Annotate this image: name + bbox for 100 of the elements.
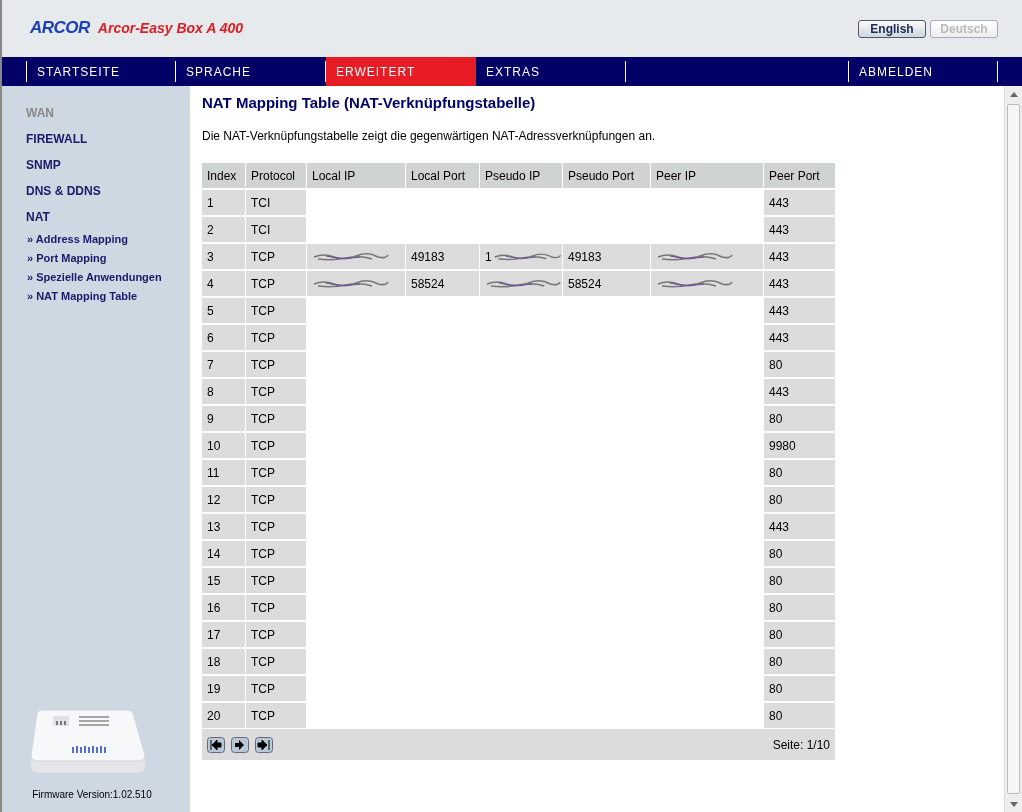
table-cell: 80 (764, 649, 835, 674)
table-cell: 80 (764, 352, 835, 377)
table-cell: 80 (764, 676, 835, 701)
table-cell: TCI (246, 190, 306, 215)
table-cell: 3 (202, 244, 245, 269)
sidebar-item[interactable]: » Address Mapping (27, 230, 129, 249)
table-cell: 80 (764, 622, 835, 647)
table-cell: 443 (764, 298, 835, 323)
table-cell: 6 (202, 325, 245, 350)
table-cell: TCP (246, 676, 306, 701)
scribble-icon (492, 250, 562, 263)
table-cell: TCI (246, 217, 306, 242)
sidebar-item[interactable]: NAT (26, 204, 50, 230)
scribble-icon (656, 250, 734, 263)
table-cell: 443 (764, 325, 835, 350)
table-cell: 443 (764, 514, 835, 539)
product-name: Arcor-Easy Box A 400 (97, 19, 244, 36)
table-cell: TCP (246, 352, 306, 377)
table-cell: 80 (764, 595, 835, 620)
language-button[interactable]: English (858, 19, 926, 38)
table-cell: TCP (246, 379, 306, 404)
column-header: Local IP (307, 163, 405, 188)
table-cell: 20 (202, 703, 245, 728)
table-cell: TCP (246, 541, 306, 566)
scribble-icon (656, 277, 734, 290)
sidebar-item[interactable]: » Port Mapping (27, 249, 107, 268)
sidebar-item[interactable]: FIREWALL (26, 126, 88, 152)
table-cell: TCP (246, 568, 306, 593)
page-description: Die NAT-Verknüpfungstabelle zeigt die gegenwärtigen NAT-Adressverknüpfungen an. (202, 129, 657, 143)
table-cell: TCP (246, 514, 306, 539)
table-cell: 18 (202, 649, 245, 674)
scroll-up-icon[interactable] (1009, 91, 1018, 97)
table-cell: 7 (202, 352, 245, 377)
firmware-version: Firmware Version:1.02.510 (32, 789, 152, 800)
table-cell: TCP (246, 325, 306, 350)
table-cell: 5 (202, 298, 245, 323)
table-cell: 49183 (563, 244, 650, 269)
table-cell: 1 (202, 190, 245, 215)
page-title: NAT Mapping Table (NAT-Verknüpfungstabelle) (202, 94, 537, 111)
sidebar-item[interactable]: DNS & DDNS (26, 178, 101, 204)
table-cell: 49183 (406, 244, 479, 269)
nav-tab[interactable]: STARTSEITE (27, 64, 120, 79)
table-cell: 13 (202, 514, 245, 539)
next-page-button[interactable] (231, 736, 249, 753)
scrollbar[interactable] (1004, 86, 1022, 812)
scroll-down-icon[interactable] (1009, 801, 1018, 807)
logo: ARCOR (30, 17, 90, 38)
table-cell: 80 (764, 568, 835, 593)
nav-tab[interactable]: SPRACHE (176, 64, 251, 79)
table-cell: 1 (480, 244, 562, 269)
table-cell: TCP (246, 271, 306, 296)
nav-tab[interactable]: ABMELDEN (849, 64, 934, 79)
column-header: Peer Port (764, 163, 835, 188)
table-cell: 9 (202, 406, 245, 431)
column-header: Pseudo IP (480, 163, 562, 188)
table-cell: 80 (764, 541, 835, 566)
table-cell: 8 (202, 379, 245, 404)
table-cell: 14 (202, 541, 245, 566)
table-cell: 443 (764, 379, 835, 404)
table-cell: 58524 (406, 271, 479, 296)
column-header: Peer IP (651, 163, 763, 188)
table-cell: TCP (246, 487, 306, 512)
scribble-icon (312, 277, 390, 290)
table-cell: TCP (246, 622, 306, 647)
table-cell: TCP (246, 703, 306, 728)
table-cell: 10 (202, 433, 245, 458)
table-cell: 443 (764, 244, 835, 269)
table-cell: 80 (764, 703, 835, 728)
table-cell: 11 (202, 460, 245, 485)
table-cell: 80 (764, 406, 835, 431)
table-cell: 80 (764, 487, 835, 512)
table-cell: TCP (246, 460, 306, 485)
column-header: Protocol (246, 163, 306, 188)
table-cell: TCP (246, 406, 306, 431)
table-cell: 19 (202, 676, 245, 701)
table-cell: TCP (246, 244, 306, 269)
sidebar-item[interactable]: SNMP (26, 152, 61, 178)
table-cell: 443 (764, 271, 835, 296)
table-cell: 9980 (764, 433, 835, 458)
sidebar-item[interactable]: » NAT Mapping Table (27, 287, 138, 306)
table-cell: 80 (764, 460, 835, 485)
table-cell: 58524 (563, 271, 650, 296)
table-cell: 2 (202, 217, 245, 242)
scribble-icon (312, 250, 390, 263)
table-cell: 12 (202, 487, 245, 512)
table-cell: 443 (764, 190, 835, 215)
table-cell: TCP (246, 595, 306, 620)
last-page-button[interactable] (255, 736, 273, 753)
first-page-button[interactable] (207, 736, 225, 753)
table-cell: 443 (764, 217, 835, 242)
page-indicator: Seite: 1/10 (772, 737, 830, 752)
sidebar-item[interactable]: » Spezielle Anwendungen (27, 268, 162, 287)
table-cell: 4 (202, 271, 245, 296)
table-cell: 17 (202, 622, 245, 647)
table-cell: TCP (246, 433, 306, 458)
nav-tab[interactable]: EXTRAS (476, 64, 540, 79)
table-cell: TCP (246, 649, 306, 674)
table-cell: TCP (246, 298, 306, 323)
column-header: Local Port (406, 163, 479, 188)
table-cell: 16 (202, 595, 245, 620)
